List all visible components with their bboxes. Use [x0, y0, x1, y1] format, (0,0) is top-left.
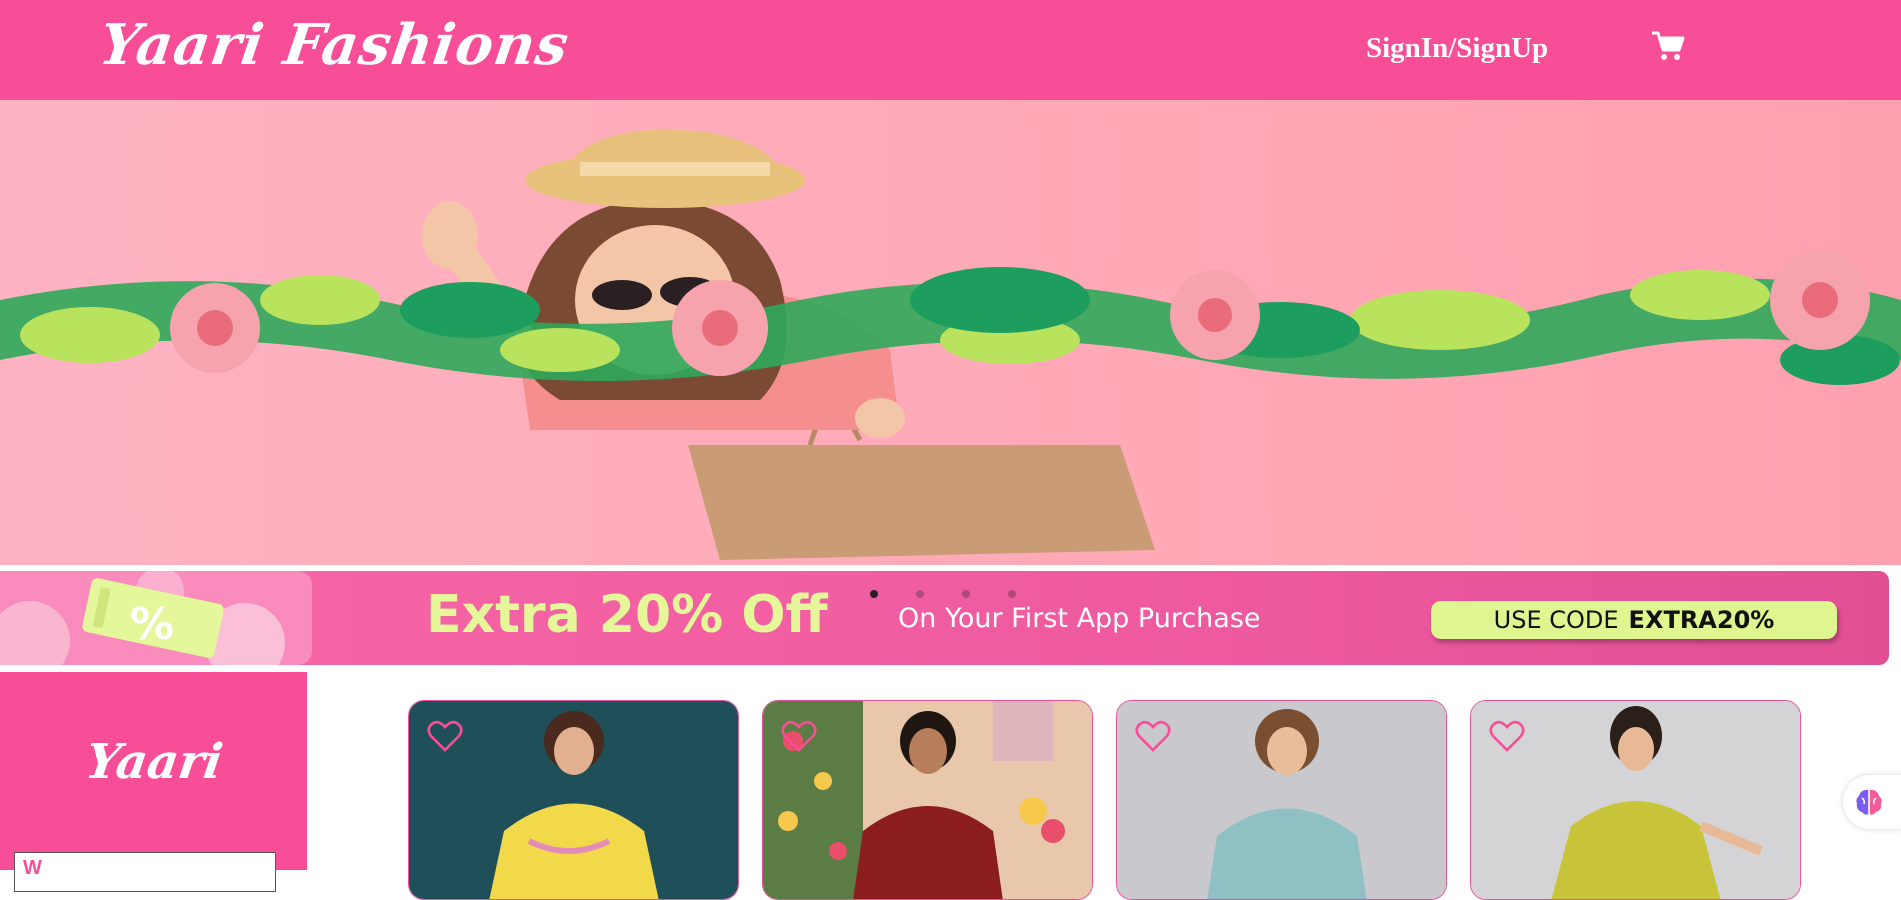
assistant-fab[interactable] [1843, 775, 1901, 829]
svg-text:%: % [130, 599, 174, 650]
carousel-indicators [870, 590, 1016, 598]
brain-icon [1856, 789, 1882, 815]
promo-headline: Extra 20% Off [426, 585, 828, 645]
sidebar-input[interactable]: W [14, 852, 276, 892]
discount-tag-panel: % [0, 567, 312, 683]
sidebar-brand: Yaari [82, 734, 227, 790]
promo-code-prefix: USE CODE [1493, 606, 1619, 634]
left-sidebar: Yaari W [0, 672, 307, 892]
heart-icon[interactable] [1135, 719, 1171, 753]
carousel-dot-4[interactable] [1008, 590, 1016, 598]
top-navbar: Yaari Fashions SignIn/SignUp [0, 0, 1901, 100]
product-card-4[interactable] [1470, 700, 1801, 900]
promo-strip[interactable]: % Extra 20% Off On Your First App Purcha… [0, 567, 1889, 683]
signin-signup-link[interactable]: SignIn/SignUp [1366, 32, 1548, 65]
heart-icon[interactable] [427, 719, 463, 753]
shopping-cart-icon[interactable] [1650, 28, 1686, 64]
product-card-1[interactable] [408, 700, 739, 900]
heart-icon[interactable] [1489, 719, 1525, 753]
carousel-dot-2[interactable] [916, 590, 924, 598]
promo-code-value: EXTRA20% [1628, 606, 1775, 634]
shopping-bag-shape [688, 445, 1155, 560]
hero-banner[interactable] [0, 100, 1901, 565]
promo-subline: On Your First App Purchase [898, 603, 1261, 634]
heart-icon[interactable] [781, 719, 817, 753]
coupon-icon: % [0, 567, 285, 683]
carousel-dot-1[interactable] [870, 590, 878, 598]
carousel-dot-3[interactable] [962, 590, 970, 598]
product-card-2[interactable] [762, 700, 1093, 900]
promo-code-badge[interactable]: USE CODE EXTRA20% [1431, 601, 1837, 639]
brand-logo[interactable]: Yaari Fashions [95, 12, 573, 78]
product-card-3[interactable] [1116, 700, 1447, 900]
hero-illustration [0, 129, 1901, 560]
